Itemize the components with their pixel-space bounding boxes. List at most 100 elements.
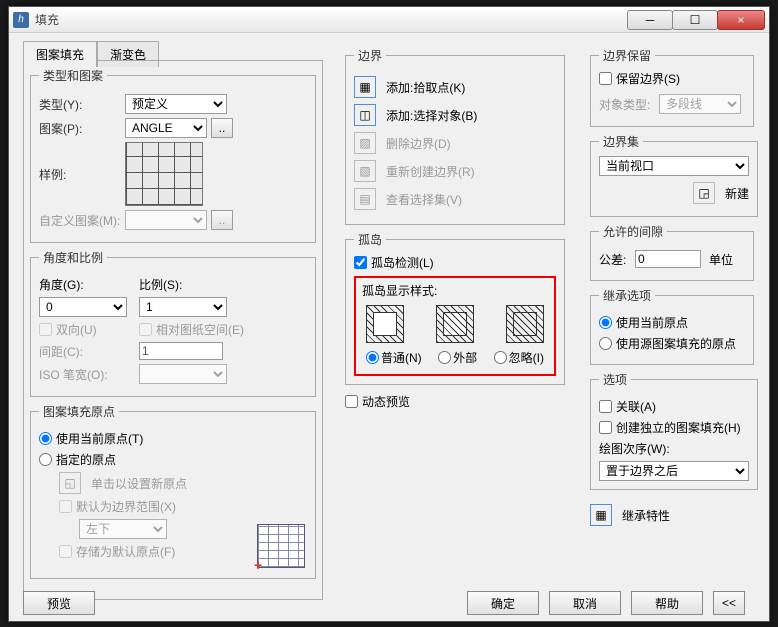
tolerance-unit: 单位	[709, 251, 733, 268]
draw-order-label: 绘图次序(W):	[599, 440, 670, 457]
titlebar[interactable]: h 填充 ─ ☐ ×	[9, 7, 769, 33]
spacing-input	[139, 342, 223, 360]
island-style-highlight: 孤岛显示样式: 普通(N) 外部 忽略(I)	[354, 276, 556, 376]
click-set-origin-label: 单击以设置新原点	[91, 475, 187, 492]
column-middle: 边界 ▦ 添加:拾取点(K) ◫ 添加:选择对象(B) ▨ 删除边界(D) ▧ 重新创建…	[339, 41, 571, 419]
maximize-button[interactable]: ☐	[672, 10, 718, 30]
legend-boundary-set: 边界集	[599, 133, 643, 150]
pattern-browse-button[interactable]: ..	[211, 118, 233, 138]
scale-select[interactable]: 1	[139, 297, 227, 317]
collapse-button[interactable]: <<	[713, 591, 745, 615]
group-hatch-origin: 图案填充原点 使用当前原点(T) 指定的原点 ◱ 单击以设置新原点 默认为边界范…	[30, 403, 316, 579]
add-pick-point-icon[interactable]: ▦	[354, 76, 376, 98]
boundary-set-select[interactable]: 当前视口	[599, 156, 749, 176]
recreate-boundary-label: 重新创建边界(R)	[386, 163, 475, 180]
legend-options: 选项	[599, 371, 631, 388]
bounds-pos-select: 左下	[79, 519, 167, 539]
delete-boundary-icon: ▨	[354, 132, 376, 154]
legend-angle-scale: 角度和比例	[39, 249, 107, 266]
app-icon: h	[13, 12, 29, 28]
sample-label: 样例:	[39, 166, 125, 183]
group-boundary-set: 边界集 当前视口 ◲ 新建	[590, 133, 758, 217]
ok-button[interactable]: 确定	[467, 591, 539, 615]
delete-boundary-label: 删除边界(D)	[386, 135, 451, 152]
dynamic-preview-checkbox[interactable]: 动态预览	[345, 393, 410, 410]
island-preview-normal[interactable]	[366, 305, 404, 343]
sample-swatch[interactable]	[125, 142, 203, 206]
view-selection-label: 查看选择集(V)	[386, 191, 462, 208]
iso-pen-label: ISO 笔宽(O):	[39, 366, 139, 383]
inherit-source-radio[interactable]: 使用源图案填充的原点	[599, 335, 736, 352]
origin-use-current-radio[interactable]: 使用当前原点(T)	[39, 430, 143, 447]
pick-origin-icon: ◱	[59, 472, 81, 494]
legend-inherit: 继承选项	[599, 287, 655, 304]
group-options: 选项 关联(A) 创建独立的图案填充(H) 绘图次序(W): 置于边界之后	[590, 371, 758, 490]
new-boundary-set-icon[interactable]: ◲	[693, 182, 715, 204]
inherit-current-radio[interactable]: 使用当前原点	[599, 314, 688, 331]
window-title: 填充	[35, 11, 628, 28]
keep-boundary-checkbox[interactable]: 保留边界(S)	[599, 70, 680, 87]
help-button[interactable]: 帮助	[631, 591, 703, 615]
pattern-label: 图案(P):	[39, 120, 125, 137]
legend-type-pattern: 类型和图案	[39, 67, 107, 84]
legend-retain: 边界保留	[599, 47, 655, 64]
add-select-object-label[interactable]: 添加:选择对象(B)	[386, 107, 477, 124]
close-button[interactable]: ×	[717, 10, 765, 30]
inherit-properties-icon[interactable]: ▦	[590, 504, 612, 526]
group-retain-boundary: 边界保留 保留边界(S) 对象类型: 多段线	[590, 47, 754, 127]
separate-hatch-checkbox[interactable]: 创建独立的图案填充(H)	[599, 419, 741, 436]
tab-pattern-fill[interactable]: 图案填充	[23, 41, 97, 67]
group-type-pattern: 类型和图案 类型(Y): 预定义 图案(P): ANGLE .. 样例: 自定义…	[30, 67, 316, 243]
iso-pen-select	[139, 364, 227, 384]
tab-body: 类型和图案 类型(Y): 预定义 图案(P): ANGLE .. 样例: 自定义…	[23, 60, 323, 600]
pattern-select[interactable]: ANGLE	[125, 118, 207, 138]
default-bounds-checkbox: 默认为边界范围(X)	[59, 498, 176, 515]
preview-button[interactable]: 预览	[23, 591, 95, 615]
tolerance-input[interactable]	[635, 250, 701, 268]
island-detect-checkbox[interactable]: 孤岛检测(L)	[354, 254, 434, 271]
add-select-object-icon[interactable]: ◫	[354, 104, 376, 126]
origin-preview-icon	[257, 524, 305, 568]
add-pick-point-label[interactable]: 添加:拾取点(K)	[386, 79, 465, 96]
angle-select[interactable]: 0	[39, 297, 127, 317]
island-preview-outer[interactable]	[436, 305, 474, 343]
group-angle-scale: 角度和比例 角度(G): 比例(S): 0 1 双向(U) 相对图纸空间(E) …	[30, 249, 316, 397]
custom-pattern-browse-button: ..	[211, 210, 233, 230]
legend-boundary: 边界	[354, 47, 386, 64]
associative-checkbox[interactable]: 关联(A)	[599, 398, 656, 415]
inherit-properties-label[interactable]: 继承特性	[622, 507, 670, 524]
island-normal-radio[interactable]: 普通(N)	[366, 349, 422, 366]
legend-island: 孤岛	[354, 231, 386, 248]
legend-gap: 允许的间隙	[599, 223, 667, 240]
draw-order-select[interactable]: 置于边界之后	[599, 461, 749, 481]
type-label: 类型(Y):	[39, 96, 125, 113]
store-default-checkbox: 存储为默认原点(F)	[59, 543, 175, 560]
group-inherit-options: 继承选项 使用当前原点 使用源图案填充的原点	[590, 287, 754, 365]
cancel-button[interactable]: 取消	[549, 591, 621, 615]
group-gap-tolerance: 允许的间隙 公差: 单位	[590, 223, 754, 281]
angle-label: 角度(G):	[39, 276, 139, 293]
type-select[interactable]: 预定义	[125, 94, 227, 114]
island-ignore-radio[interactable]: 忽略(I)	[494, 349, 544, 366]
minimize-button[interactable]: ─	[627, 10, 673, 30]
tolerance-label: 公差:	[599, 251, 635, 268]
view-selection-icon: ▤	[354, 188, 376, 210]
island-style-label: 孤岛显示样式:	[362, 282, 548, 299]
group-boundary: 边界 ▦ 添加:拾取点(K) ◫ 添加:选择对象(B) ▨ 删除边界(D) ▧ 重新创建…	[345, 47, 565, 225]
hatch-dialog: h 填充 ─ ☐ × 图案填充 渐变色 类型和图案 类型(Y): 预定义 图案(…	[8, 6, 770, 622]
custom-pattern-select	[125, 210, 207, 230]
column-right: 边界保留 保留边界(S) 对象类型: 多段线 边界集 当前视口 ◲ 新建 允许的…	[584, 41, 760, 540]
island-outer-radio[interactable]: 外部	[438, 349, 477, 366]
object-type-label: 对象类型:	[599, 96, 659, 113]
new-boundary-set-label[interactable]: 新建	[725, 185, 749, 202]
island-preview-ignore[interactable]	[506, 305, 544, 343]
custom-pattern-label: 自定义图案(M):	[39, 212, 125, 229]
double-checkbox: 双向(U)	[39, 321, 139, 338]
paperspace-checkbox: 相对图纸空间(E)	[139, 321, 244, 338]
spacing-label: 间距(C):	[39, 343, 139, 360]
button-bar: 预览 确定 取消 帮助 <<	[23, 591, 755, 615]
legend-origin: 图案填充原点	[39, 403, 119, 420]
origin-specified-radio[interactable]: 指定的原点	[39, 451, 116, 468]
recreate-boundary-icon: ▧	[354, 160, 376, 182]
group-island: 孤岛 孤岛检测(L) 孤岛显示样式: 普通(N) 外部 忽略(I)	[345, 231, 565, 385]
